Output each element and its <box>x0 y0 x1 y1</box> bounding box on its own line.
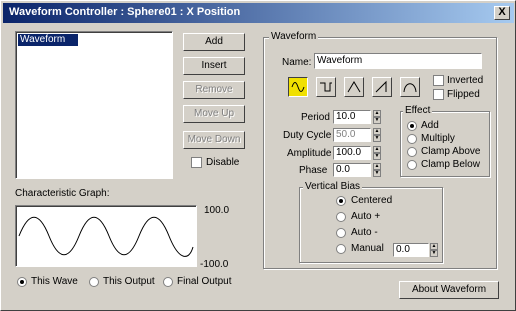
bias-manual-field[interactable]: 0.0 <box>393 243 429 257</box>
characteristic-graph-label: Characteristic Graph: <box>15 188 110 199</box>
sine-wave-plot <box>18 216 194 257</box>
flipped-label: Flipped <box>447 89 480 100</box>
effect-add-label: Add <box>421 120 439 131</box>
disable-label: Disable <box>206 157 240 168</box>
sawtooth-icon <box>375 80 387 93</box>
period-spinner[interactable]: ▲ ▼ <box>373 110 381 124</box>
duty-cycle-label: Duty Cycle <box>283 130 332 141</box>
final-output-label: Final Output <box>177 276 232 287</box>
bias-auto-minus-radio[interactable] <box>336 228 346 238</box>
close-button[interactable]: X <box>494 6 510 20</box>
this-wave-radio[interactable] <box>17 277 27 287</box>
half-sine-icon <box>403 83 417 93</box>
effect-group-label: Effect <box>403 105 433 116</box>
effect-multiply-radio[interactable] <box>407 134 417 144</box>
vertical-bias-group-label: Vertical Bias <box>303 181 363 192</box>
phase-field[interactable]: 0.0 <box>333 163 371 177</box>
insert-button[interactable]: Insert <box>183 57 245 75</box>
graph-max-label: 100.0 <box>204 205 230 216</box>
inverted-label: Inverted <box>447 75 484 86</box>
move-up-button[interactable]: Move Up <box>183 105 245 123</box>
amplitude-field[interactable]: 100.0 <box>333 146 371 160</box>
amplitude-spinner[interactable]: ▲ ▼ <box>373 146 381 160</box>
half-sine-shape-button[interactable] <box>400 77 420 97</box>
name-field[interactable]: Waveform <box>314 53 482 69</box>
bias-auto-plus-radio[interactable] <box>336 212 346 222</box>
this-wave-label: This Wave <box>31 276 78 287</box>
window-title: Waveform Controller : Sphere01 : X Posit… <box>9 6 241 18</box>
waveform-group-label: Waveform <box>269 31 319 42</box>
inverted-checkbox[interactable] <box>433 75 444 86</box>
remove-button[interactable]: Remove <box>183 81 245 99</box>
waveform-controller-dialog: Waveform Controller : Sphere01 : X Posit… <box>0 0 516 311</box>
final-output-radio[interactable] <box>163 277 173 287</box>
title-bar[interactable]: Waveform Controller : Sphere01 : X Posit… <box>3 3 514 23</box>
characteristic-graph <box>15 205 197 267</box>
effect-multiply-label: Multiply <box>421 133 455 144</box>
duty-cycle-field[interactable]: 50.0 <box>333 128 371 142</box>
graph-min-label: -100.0 <box>200 259 229 270</box>
flipped-checkbox[interactable] <box>433 89 444 100</box>
phase-label: Phase <box>299 165 328 176</box>
name-label: Name: <box>282 57 312 68</box>
triangle-icon <box>347 81 361 93</box>
effect-clamp-above-radio[interactable] <box>407 147 417 157</box>
bias-auto-minus-label: Auto - <box>351 227 378 238</box>
disable-checkbox[interactable] <box>191 157 202 168</box>
effect-add-radio[interactable] <box>407 121 417 131</box>
bias-manual-spinner[interactable]: ▲ ▼ <box>430 243 438 257</box>
bias-manual-label: Manual <box>351 243 384 254</box>
bias-manual-radio[interactable] <box>336 244 346 254</box>
sine-shape-button[interactable] <box>288 77 308 97</box>
this-output-radio[interactable] <box>89 277 99 287</box>
move-down-button[interactable]: Move Down <box>183 131 245 149</box>
triangle-shape-button[interactable] <box>344 77 364 97</box>
phase-spinner[interactable]: ▲ ▼ <box>373 163 381 177</box>
sine-icon <box>291 82 305 92</box>
this-output-label: This Output <box>103 276 155 287</box>
waveform-list[interactable]: Waveform <box>15 31 173 179</box>
amplitude-label: Amplitude <box>287 148 332 159</box>
close-icon: X <box>498 6 506 18</box>
square-icon <box>320 82 332 92</box>
square-shape-button[interactable] <box>316 77 336 97</box>
bias-centered-radio[interactable] <box>336 196 346 206</box>
effect-clamp-below-radio[interactable] <box>407 160 417 170</box>
bias-auto-plus-label: Auto + <box>351 211 381 222</box>
period-field[interactable]: 10.0 <box>333 110 371 124</box>
about-waveform-button[interactable]: About Waveform <box>399 281 499 299</box>
add-button[interactable]: Add <box>183 33 245 51</box>
list-item[interactable]: Waveform <box>18 34 78 46</box>
effect-clamp-above-label: Clamp Above <box>421 146 481 157</box>
period-label: Period <box>301 112 330 123</box>
sawtooth-shape-button[interactable] <box>372 77 392 97</box>
bias-centered-label: Centered <box>351 195 393 206</box>
duty-cycle-spinner[interactable]: ▲ ▼ <box>373 128 381 142</box>
effect-clamp-below-label: Clamp Below <box>421 159 480 170</box>
